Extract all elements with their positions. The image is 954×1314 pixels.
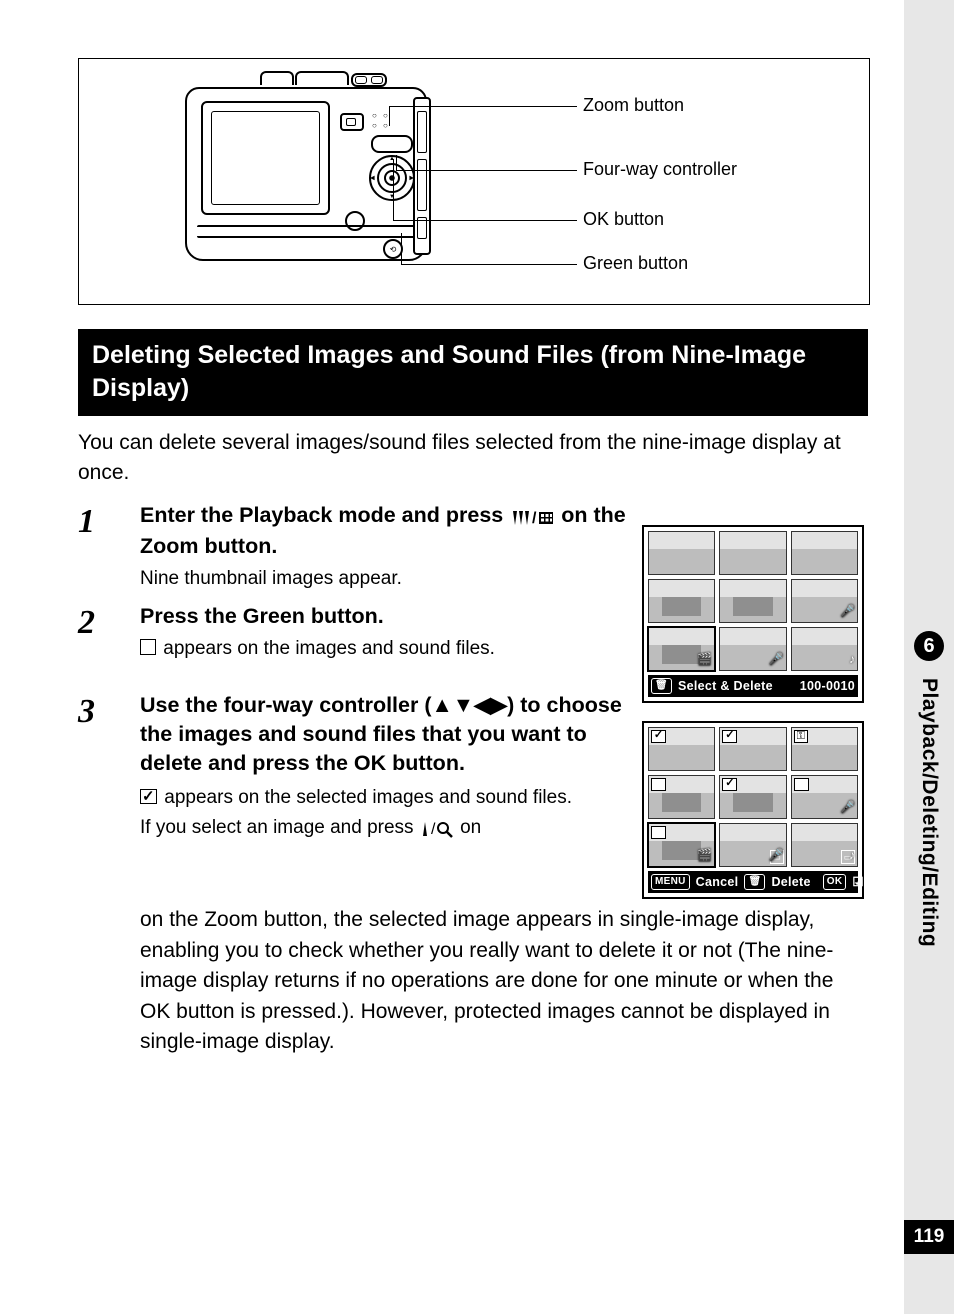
- step-3: 3 Use the four-way controller (▲▼◀▶) to …: [78, 691, 868, 1057]
- page: 6 Playback/Deleting/Editing 119 ▲▼◀▶: [0, 0, 954, 1314]
- content-area: ▲▼◀▶ ⟲ Zoom button Four-way controller O…: [78, 58, 868, 1057]
- voice-memo-icon: 🎤: [840, 799, 855, 816]
- step-3-continuation: on the Zoom button, the selected image a…: [78, 905, 868, 1057]
- tele-magnify-icon: /: [419, 816, 455, 844]
- step-1-sub: Nine thumbnail images appear.: [140, 565, 628, 593]
- step-number: 1: [78, 501, 116, 593]
- sound-file-icon: ♪: [849, 847, 855, 864]
- ok-pill: OK: [823, 874, 847, 891]
- four-way-controller-icon: ▲▼◀▶: [369, 155, 415, 201]
- toggle-check-icon: ☑: [852, 873, 864, 891]
- ok-button-icon: [384, 170, 400, 186]
- section-heading: Deleting Selected Images and Sound Files…: [78, 329, 868, 416]
- menu-pill: MENU: [651, 874, 690, 891]
- protected-key-icon: ⚿: [794, 730, 808, 743]
- camera-lcd: [201, 101, 330, 215]
- intro-text: You can delete several images/sound file…: [78, 428, 868, 489]
- trash-icon: 🗑: [744, 874, 765, 891]
- svg-text:/: /: [431, 821, 436, 838]
- playback-button-icon: [340, 113, 364, 131]
- movie-icon: 🎬: [697, 651, 712, 668]
- lcd1-bar-right: 100-0010: [800, 677, 855, 695]
- zoom-button-icon: [371, 135, 413, 153]
- page-number: 119: [914, 1226, 945, 1248]
- lcd-column: 🎤 🎬 🎤 ♪ 🗑 Select & Delete 100-0010: [642, 525, 868, 899]
- chapter-title: Playback/Deleting/Editing: [917, 678, 941, 947]
- wide-thumbnail-icon: /: [509, 503, 555, 532]
- camera-diagram: ▲▼◀▶ ⟲ Zoom button Four-way controller O…: [78, 58, 870, 305]
- voice-memo-icon: 🎤: [840, 603, 855, 620]
- step-1-title: Enter the Playback mode and press / on t…: [140, 501, 628, 561]
- diagram-label-ok: OK button: [583, 209, 664, 230]
- step-3-sub-b-start: If you select an image and press / on: [140, 814, 628, 844]
- step-3-sub-a: appears on the selected images and sound…: [140, 784, 628, 812]
- step-number: 2: [78, 602, 116, 663]
- checkbox-checked-icon: [140, 789, 157, 804]
- side-tab: 6 Playback/Deleting/Editing 119: [904, 0, 954, 1314]
- trash-icon: 🗑: [651, 678, 672, 695]
- step-3-title: Use the four-way controller (▲▼◀▶) to ch…: [140, 691, 628, 778]
- lcd-preview-select: 🎤 🎬 🎤 ♪ 🗑 Select & Delete 100-0010: [642, 525, 864, 703]
- voice-memo-icon: 🎤: [769, 847, 784, 864]
- movie-icon: 🎬: [697, 847, 712, 864]
- step-2-title: Press the Green button.: [140, 602, 628, 631]
- lcd1-bar-label: Select & Delete: [678, 677, 773, 695]
- lcd2-cancel: Cancel: [696, 873, 739, 891]
- diagram-label-fourway: Four-way controller: [583, 159, 737, 180]
- sound-file-icon: ♪: [849, 651, 855, 668]
- voice-memo-icon: 🎤: [769, 651, 784, 668]
- lcd2-delete: Delete: [771, 873, 810, 891]
- diagram-label-zoom: Zoom button: [583, 95, 684, 116]
- steps-list: 1 Enter the Playback mode and press / on…: [78, 501, 868, 1058]
- svg-text:/: /: [532, 510, 537, 527]
- lcd-preview-checklist: ⚿ 🎤 🎬 ▭🎤 ▭♪ MENU: [642, 721, 864, 899]
- page-number-box: 119: [904, 1220, 954, 1254]
- chapter-number-badge: 6: [914, 631, 944, 661]
- diagram-label-green: Green button: [583, 253, 688, 274]
- checkbox-empty-icon: [140, 639, 156, 655]
- green-button-icon: ⟲: [383, 239, 403, 259]
- step-2-sub: appears on the images and sound files.: [140, 635, 628, 663]
